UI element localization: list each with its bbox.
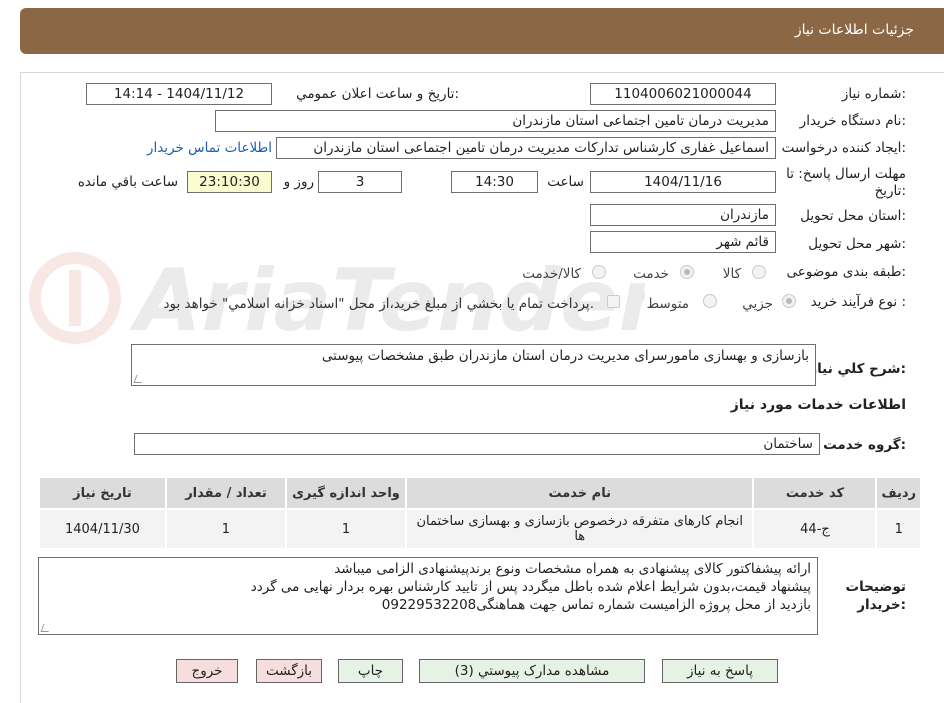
buyer-notes-field: ارائه پیشفاکتور کالای پیشنهادی به همراه … [38,557,818,635]
resize-grip-icon[interactable] [133,375,145,383]
cell-row-number: 1 [875,508,922,550]
buyer-notes-label: توضيحات خريدار: [845,579,906,613]
category-radio-goods[interactable] [752,265,766,279]
buyer-notes-line-2: پیشنهاد قیمت،بدون شرایط اعلام شده باطل م… [250,579,811,595]
process-radio-minor[interactable] [782,294,796,308]
category-option-goods: کالا [722,266,741,282]
buyer-org-field: مدیریت درمان تامین اجتماعی استان مازندرا… [215,110,776,132]
city-label: شهر محل تحويل: [808,236,906,252]
process-label: نوع فرآيند خريد : [810,294,906,310]
services-section-title: اطلاعات خدمات مورد نياز [730,397,906,413]
category-option-service: خدمت [633,266,669,282]
category-radio-goods-service[interactable] [592,265,606,279]
announce-label: تاریخ و ساعت اعلان عمومي: [296,86,459,102]
exit-button[interactable]: خروج [176,659,238,683]
need-number-field: 1104006021000044 [590,83,776,105]
process-option-medium: متوسط [646,296,689,312]
resize-grip-icon[interactable] [40,624,52,632]
remaining-time-field: 23:10:30 [187,171,272,193]
col-header-need-date: تاريخ نياز [38,476,167,510]
table-header-row: رديف کد خدمت نام خدمت واحد اندازه گيری ت… [38,476,922,510]
cell-quantity: 1 [164,508,287,550]
col-header-quantity: تعداد / مقدار [164,476,287,510]
table-row: 1 ج-44 انجام کارهای متفرقه درخصوص بازساز… [38,508,922,550]
print-button[interactable]: چاپ [338,659,403,683]
back-button[interactable]: بازگشت [256,659,322,683]
province-field: مازندران [590,204,776,226]
category-option-goods-service: کالا/خدمت [522,266,581,282]
deadline-days-label: روز و [283,174,314,190]
process-radio-medium[interactable] [703,294,717,308]
category-label: طبقه بندی موضوعی: [786,264,906,280]
process-option-minor: جزيي [742,296,773,312]
general-desc-text: بازسازی و بهسازی مامورسرای مدیریت درمان … [321,348,809,364]
remaining-time-label: ساعت باقي مانده [77,174,178,190]
deadline-time-label: ساعت [547,174,584,190]
deadline-date-field: 1404/11/16 [590,171,776,193]
general-desc-field: بازسازی و بهسازی مامورسرای مدیریت درمان … [131,344,816,386]
view-attachments-button[interactable]: مشاهده مدارک پيوستي (3) [419,659,645,683]
service-group-label: گروه خدمت: [823,437,906,453]
cell-service-name: انجام کارهای متفرقه درخصوص بازسازی و بهس… [404,508,755,550]
deadline-days-field: 3 [318,171,402,193]
deadline-label: مهلت ارسال پاسخ: تا تاريخ: [786,166,906,199]
requester-label: ايجاد کننده درخواست: [781,140,906,156]
page-title: جزئیات اطلاعات نیاز [794,22,914,38]
cell-service-code: ج-44 [752,508,878,550]
col-header-unit: واحد اندازه گيری [284,476,408,510]
cell-unit: 1 [284,508,408,550]
requester-field: اسماعیل غفاری کارشناس تداركات مدیریت درم… [276,137,776,159]
category-radio-service[interactable] [680,265,694,279]
province-label: استان محل تحويل: [800,208,906,224]
general-desc-label: شرح کلي نياز: [809,361,906,377]
reply-button[interactable]: پاسخ به نياز [662,659,778,683]
service-group-field: ساختمان [134,433,820,455]
buyer-contact-link[interactable]: اطلاعات تماس خريدار [147,140,272,156]
treasury-payment-note: پرداخت تمام يا بخشي از مبلغ خريد،از محل … [163,296,594,312]
buyer-notes-line-3: بازدید از محل پروژه الزامیست شماره تماس … [381,597,811,613]
need-number-label: شماره نیاز: [841,86,906,102]
services-table: رديف کد خدمت نام خدمت واحد اندازه گيری ت… [38,476,922,550]
announce-field: 1404/11/12 - 14:14 [86,83,272,105]
col-header-service-code: کد خدمت [752,476,878,510]
buyer-notes-line-1: ارائه پیشفاکتور کالای پیشنهادی به همراه … [334,561,811,577]
col-header-service-name: نام خدمت [404,476,755,510]
page-header: جزئیات اطلاعات نیاز [20,8,944,54]
cell-need-date: 1404/11/30 [38,508,167,550]
city-field: قائم شهر [590,231,776,253]
buyer-org-label: نام دستگاه خريدار: [799,113,906,129]
deadline-time-field: 14:30 [451,171,538,193]
col-header-row-number: رديف [875,476,922,510]
treasury-payment-checkbox[interactable] [607,295,620,308]
